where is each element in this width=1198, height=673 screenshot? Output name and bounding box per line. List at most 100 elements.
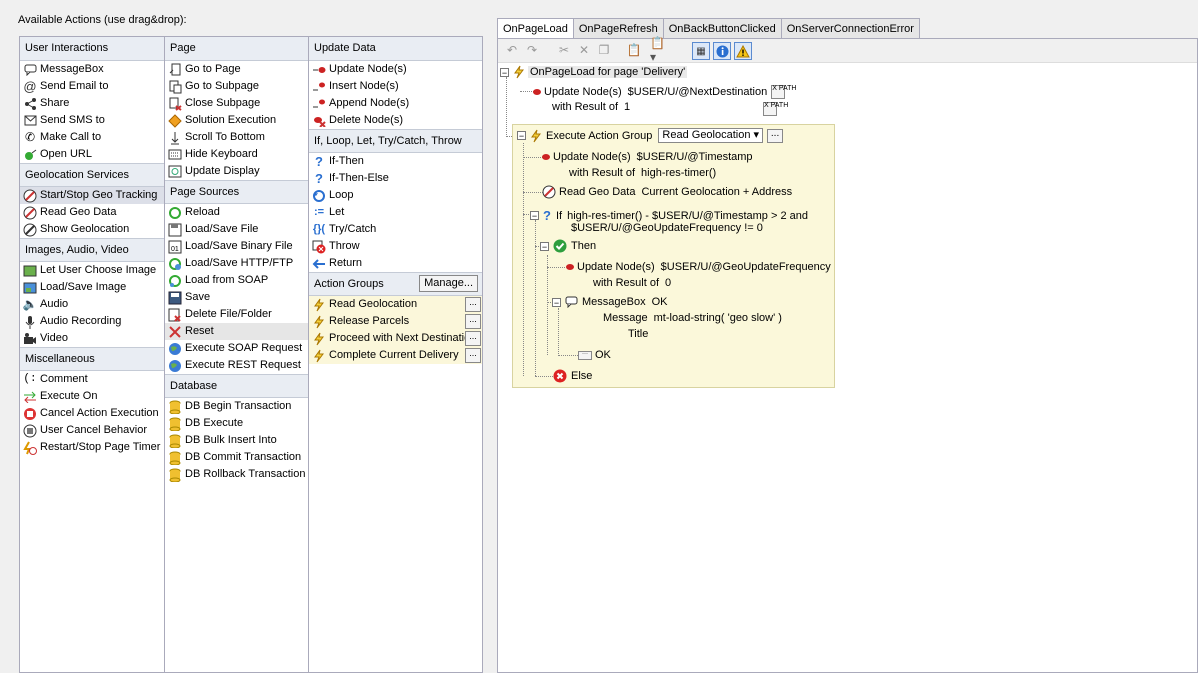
action-group-release-parcels[interactable]: Release Parcels... — [309, 313, 482, 330]
action-db-bulk-insert-into[interactable]: DB Bulk Insert Into — [165, 432, 308, 449]
action-restart-stop-page-timer[interactable]: Restart/Stop Page Timer — [20, 439, 164, 456]
action-group-options-button[interactable]: ... — [465, 331, 481, 346]
action-user-cancel-behavior[interactable]: User Cancel Behavior — [20, 422, 164, 439]
action-group-options-button[interactable]: ... — [465, 348, 481, 363]
info-icon[interactable] — [713, 42, 731, 60]
action-group-options-button[interactable]: ... — [465, 314, 481, 329]
xpath-button[interactable]: X PATH — [763, 102, 788, 116]
update-node-icon — [542, 154, 550, 160]
delete-icon[interactable]: ✕ — [576, 42, 592, 58]
warning-icon[interactable] — [734, 42, 752, 60]
copy-icon[interactable]: ❐ — [596, 42, 612, 58]
manage-button[interactable]: Manage... — [419, 275, 478, 292]
action-share[interactable]: Share — [20, 95, 164, 112]
action-group-read-geolocation[interactable]: Read Geolocation... — [309, 296, 482, 313]
action-hide-keyboard[interactable]: Hide Keyboard — [165, 146, 308, 163]
collapse-icon[interactable]: − — [500, 67, 509, 77]
tree-update-timestamp[interactable]: Update Node(s) $USER/U/@Timestamp — [541, 151, 753, 163]
action-video[interactable]: Video — [20, 330, 164, 347]
action-close-subpage[interactable]: Close Subpage — [165, 95, 308, 112]
tree-then[interactable]: − Then — [540, 239, 596, 253]
redo-icon[interactable]: ↷ — [524, 42, 540, 58]
tree-root-onpageload[interactable]: − OnPageLoad for page 'Delivery' — [500, 65, 688, 79]
action-if-then[interactable]: ? If-Then — [309, 153, 482, 170]
action-db-begin-transaction[interactable]: DB Begin Transaction — [165, 398, 308, 415]
section-geolocation: Geolocation Services — [20, 163, 164, 187]
action-group-options-button[interactable]: ... — [465, 297, 481, 312]
action-start-stop-geo-tracking[interactable]: Start/Stop Geo Tracking — [20, 187, 164, 204]
action-load-from-soap[interactable]: Load from SOAP — [165, 272, 308, 289]
tree-else[interactable]: Else — [553, 369, 592, 383]
action-delete-nodes[interactable]: Delete Node(s) — [309, 112, 482, 129]
action-group-proceed-next-destination[interactable]: Proceed with Next Destinatio... — [309, 330, 482, 347]
action-cancel-action-execution[interactable]: Cancel Action Execution — [20, 405, 164, 422]
action-comment[interactable]: (: Comment — [20, 371, 164, 388]
action-solution-execution[interactable]: Solution Execution — [165, 112, 308, 129]
action-group-complete-current-delivery[interactable]: Complete Current Delivery... — [309, 347, 482, 364]
collapse-icon[interactable]: − — [552, 297, 561, 307]
action-loop[interactable]: Loop — [309, 187, 482, 204]
tab-onpageload[interactable]: OnPageLoad — [497, 18, 574, 40]
tree-read-geo-data[interactable]: Read Geo Data Current Geolocation + Addr… — [542, 185, 792, 199]
checkmark-icon — [553, 239, 567, 253]
action-let-user-choose-image[interactable]: Let User Choose Image — [20, 262, 164, 279]
action-execute-soap-request[interactable]: Execute SOAP Request — [165, 340, 308, 357]
action-db-execute[interactable]: DB Execute — [165, 415, 308, 432]
question-icon: ? — [543, 208, 551, 223]
action-go-to-subpage[interactable]: Go to Subpage — [165, 78, 308, 95]
action-save[interactable]: Save — [165, 289, 308, 306]
action-load-save-http-ftp[interactable]: Load/Save HTTP/FTP — [165, 255, 308, 272]
action-read-geo-data[interactable]: Read Geo Data — [20, 204, 164, 221]
action-reset[interactable]: Reset — [165, 323, 308, 340]
action-db-commit-transaction[interactable]: DB Commit Transaction — [165, 449, 308, 466]
paste-icon[interactable]: 📋 — [626, 42, 642, 58]
action-go-to-page[interactable]: Go to Page — [165, 61, 308, 78]
tree-execute-action-group[interactable]: − Execute Action Group Read Geolocation … — [517, 128, 784, 143]
action-audio-recording[interactable]: Audio Recording — [20, 313, 164, 330]
action-open-url[interactable]: Open URL — [20, 146, 164, 163]
collapse-icon[interactable]: − — [530, 211, 539, 221]
tab-onserverconnectionerror[interactable]: OnServerConnectionError — [780, 18, 920, 39]
action-update-nodes[interactable]: Update Node(s) — [309, 61, 482, 78]
action-insert-nodes[interactable]: Insert Node(s) — [309, 78, 482, 95]
tree-update-geo-frequency[interactable]: Update Node(s) $USER/U/@GeoUpdateFrequen… — [565, 261, 831, 273]
action-execute-rest-request[interactable]: Execute REST Request — [165, 357, 308, 374]
action-append-nodes[interactable]: Append Node(s) — [309, 95, 482, 112]
action-show-geolocation[interactable]: Show Geolocation — [20, 221, 164, 238]
action-db-rollback-transaction[interactable]: DB Rollback Transaction — [165, 466, 308, 483]
action-return[interactable]: Return — [309, 255, 482, 272]
xpath-button[interactable]: X PATH — [771, 85, 796, 99]
tree-connector — [558, 308, 559, 356]
action-load-save-file[interactable]: Load/Save File — [165, 221, 308, 238]
action-scroll-to-bottom[interactable]: Scroll To Bottom — [165, 129, 308, 146]
action-execute-on[interactable]: Execute On — [20, 388, 164, 405]
cut-icon[interactable]: ✂ — [556, 42, 572, 58]
action-send-email[interactable]: @ Send Email to — [20, 78, 164, 95]
tree-update-next-destination[interactable]: Update Node(s) $USER/U/@NextDestination … — [532, 85, 796, 99]
xpath-view-icon[interactable]: ▦ — [692, 42, 710, 60]
action-try-catch[interactable]: {}(Try/Catch — [309, 221, 482, 238]
collapse-icon[interactable]: − — [517, 131, 526, 141]
action-update-display[interactable]: Update Display — [165, 163, 308, 180]
action-group-select[interactable]: Read Geolocation ▾ — [658, 128, 764, 143]
action-load-save-binary-file[interactable]: 01 Load/Save Binary File — [165, 238, 308, 255]
action-send-sms[interactable]: Send SMS to — [20, 112, 164, 129]
action-delete-file-folder[interactable]: Delete File/Folder — [165, 306, 308, 323]
undo-icon[interactable]: ↶ — [504, 42, 520, 58]
collapse-icon[interactable]: − — [540, 241, 549, 251]
action-load-save-image[interactable]: Load/Save Image — [20, 279, 164, 296]
loop-icon — [311, 189, 327, 203]
paste-dropdown-icon[interactable]: 📋▾ — [650, 36, 666, 64]
tree-messagebox[interactable]: − MessageBox OK — [552, 296, 668, 308]
action-throw[interactable]: Throw — [309, 238, 482, 255]
action-if-then-else[interactable]: ? If-Then-Else — [309, 170, 482, 187]
action-reload[interactable]: Reload — [165, 204, 308, 221]
exec-options-button[interactable]: ... — [767, 128, 784, 143]
action-make-call[interactable]: ✆ Make Call to — [20, 129, 164, 146]
action-let[interactable]: := Let — [309, 204, 482, 221]
tab-onbackbuttonclicked[interactable]: OnBackButtonClicked — [662, 18, 782, 39]
action-messagebox[interactable]: MessageBox — [20, 61, 164, 78]
tree-ok-button-node[interactable]: ··· OK — [578, 349, 611, 361]
action-audio[interactable]: 🔈 Audio — [20, 296, 164, 313]
tree-if[interactable]: − ? If high-res-timer() - $USER/U/@Times… — [530, 208, 808, 223]
